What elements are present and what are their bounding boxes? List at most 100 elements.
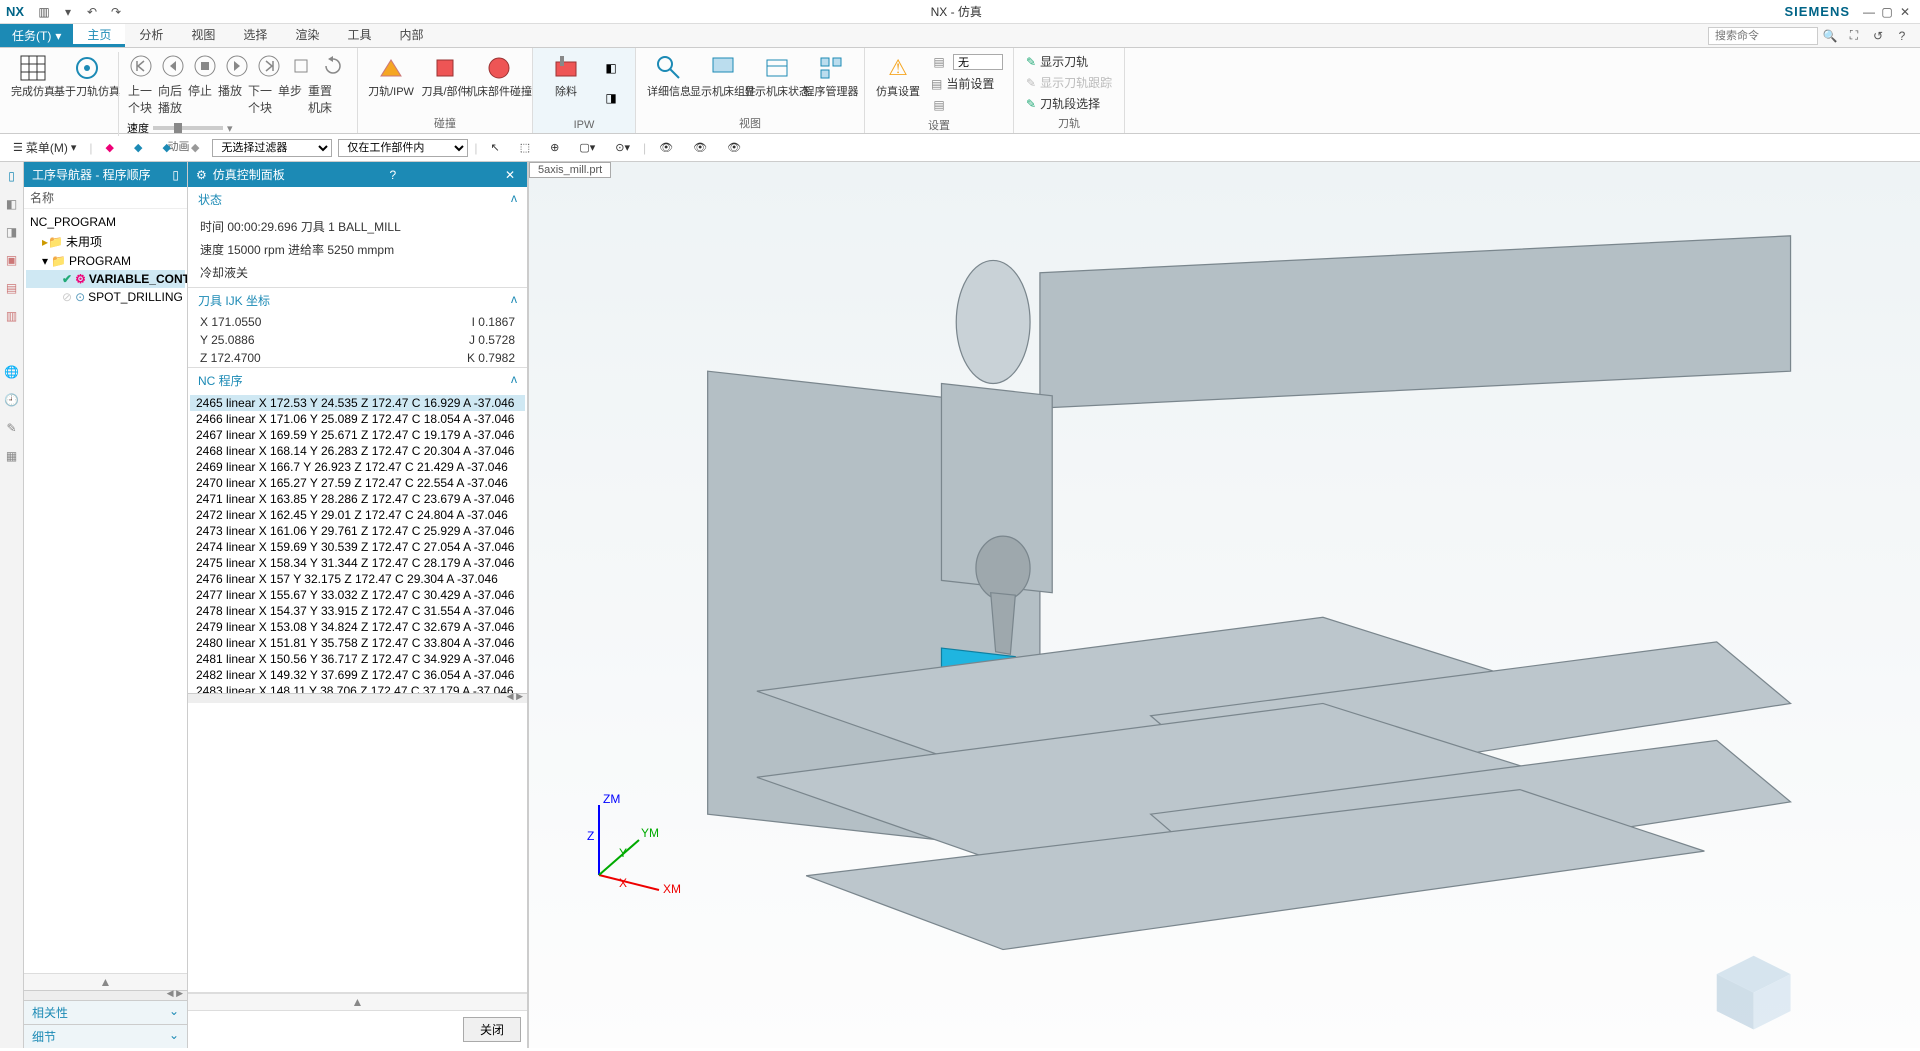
tree-variable-contour[interactable]: ✔⚙VARIABLE_CONTO... bbox=[26, 270, 185, 288]
toolpath-segment-select-button[interactable]: ✎刀轨段选择 bbox=[1024, 94, 1102, 113]
navigator-column-header[interactable]: 名称 bbox=[24, 187, 187, 209]
prev-block-button[interactable] bbox=[127, 52, 155, 80]
toolpath-ipw-button[interactable]: 刀轨/IPW bbox=[368, 52, 414, 98]
rb-web-icon[interactable]: 🌐 bbox=[2, 362, 22, 382]
tab-internal[interactable]: 内部 bbox=[385, 24, 437, 47]
tab-render[interactable]: 渲染 bbox=[281, 24, 333, 47]
viewport-tab[interactable]: 5axis_mill.prt bbox=[529, 162, 611, 178]
show-machine-status-button[interactable]: 显示机床状态 bbox=[754, 52, 800, 98]
tab-view[interactable]: 视图 bbox=[177, 24, 229, 47]
fullscreen-icon[interactable]: ⛶ bbox=[1844, 26, 1864, 46]
show-toolpath-track-button[interactable]: ✎显示刀轨跟踪 bbox=[1024, 73, 1114, 92]
nc-line[interactable]: 2472 linear X 162.45 Y 29.01 Z 172.47 C … bbox=[190, 507, 525, 523]
show-toolpath-button[interactable]: ✎显示刀轨 bbox=[1024, 52, 1090, 71]
rb-mfg-icon[interactable]: ▤ bbox=[2, 278, 22, 298]
nc-line[interactable]: 2476 linear X 157 Y 32.175 Z 172.47 C 29… bbox=[190, 571, 525, 587]
minimize-button[interactable]: — bbox=[1860, 5, 1878, 19]
nc-line[interactable]: 2483 linear X 148.11 Y 38.706 Z 172.47 C… bbox=[190, 683, 525, 693]
sim-settings-button[interactable]: ⚠仿真设置 bbox=[875, 52, 921, 98]
nc-line[interactable]: 2471 linear X 163.85 Y 28.286 Z 172.47 C… bbox=[190, 491, 525, 507]
tab-analyze[interactable]: 分析 bbox=[125, 24, 177, 47]
tool-icon-3[interactable]: ⊕ bbox=[543, 137, 566, 159]
close-button[interactable]: ✕ bbox=[1896, 5, 1914, 19]
machine-collision-button[interactable]: 机床部件碰撞 bbox=[476, 52, 522, 98]
nc-line[interactable]: 2474 linear X 159.69 Y 30.539 Z 172.47 C… bbox=[190, 539, 525, 555]
scope-filter-select[interactable]: 仅在工作部件内 bbox=[338, 139, 468, 157]
navigator-hscroll[interactable] bbox=[24, 990, 187, 1000]
rb-reuse-icon[interactable]: ▥ bbox=[2, 306, 22, 326]
nc-line[interactable]: 2470 linear X 165.27 Y 27.59 Z 172.47 C … bbox=[190, 475, 525, 491]
help-icon[interactable]: ? bbox=[1892, 26, 1912, 46]
filter-icon-2[interactable]: ◆ bbox=[127, 137, 149, 159]
filter-icon-1[interactable]: ◆ bbox=[99, 137, 121, 159]
rb-assembly-icon[interactable]: ◨ bbox=[2, 222, 22, 242]
finish-sim-button[interactable]: 完成仿真 bbox=[10, 52, 56, 98]
vis-icon-2[interactable]: 👁 bbox=[686, 137, 714, 159]
selection-filter-select[interactable]: 无选择过滤器 bbox=[212, 139, 332, 157]
command-search-input[interactable] bbox=[1708, 27, 1818, 45]
nc-line[interactable]: 2482 linear X 149.32 Y 37.699 Z 172.47 C… bbox=[190, 667, 525, 683]
settings-preset-input[interactable] bbox=[953, 54, 1003, 70]
search-icon[interactable]: 🔍 bbox=[1820, 26, 1840, 46]
material-removal-button[interactable]: 除料 bbox=[543, 52, 589, 98]
rb-roles-icon[interactable]: ✎ bbox=[2, 418, 22, 438]
nc-hscroll[interactable] bbox=[188, 693, 527, 703]
close-button[interactable]: 关闭 bbox=[463, 1017, 521, 1042]
stop-button[interactable] bbox=[191, 52, 219, 80]
panel-collapse[interactable]: ▲ bbox=[188, 993, 527, 1010]
section-status-header[interactable]: 状态ʌ bbox=[188, 187, 527, 212]
panel-close-icon[interactable]: ✕ bbox=[501, 168, 519, 182]
nc-line[interactable]: 2479 linear X 153.08 Y 34.824 Z 172.47 C… bbox=[190, 619, 525, 635]
detail-info-button[interactable]: 详细信息 bbox=[646, 52, 692, 98]
next-block-button[interactable] bbox=[255, 52, 283, 80]
redo-icon[interactable]: ↷ bbox=[106, 2, 126, 22]
play-button[interactable] bbox=[223, 52, 251, 80]
filter-icon-3[interactable]: ◆ bbox=[155, 137, 177, 159]
nc-line[interactable]: 2473 linear X 161.06 Y 29.761 Z 172.47 C… bbox=[190, 523, 525, 539]
section-relevance[interactable]: 相关性⌄ bbox=[24, 1000, 187, 1024]
nc-line[interactable]: 2466 linear X 171.06 Y 25.089 Z 172.47 C… bbox=[190, 411, 525, 427]
undo-icon[interactable]: ↶ bbox=[82, 2, 102, 22]
rb-tools-icon[interactable]: ▣ bbox=[2, 250, 22, 270]
single-step-button[interactable] bbox=[287, 52, 315, 80]
view-cube-icon[interactable] bbox=[1717, 956, 1791, 1030]
ipw-opt1-icon[interactable]: ◧ bbox=[597, 54, 625, 82]
tree-nc-program[interactable]: NC_PROGRAM bbox=[26, 213, 185, 231]
nc-line[interactable]: 2467 linear X 169.59 Y 25.671 Z 172.47 C… bbox=[190, 427, 525, 443]
vis-icon-3[interactable]: 👁 bbox=[720, 137, 748, 159]
section-nc-header[interactable]: NC 程序ʌ bbox=[188, 368, 527, 393]
reset-machine-button[interactable] bbox=[319, 52, 347, 80]
navigator-collapse[interactable]: ▲ bbox=[24, 973, 187, 990]
speed-slider[interactable] bbox=[153, 126, 223, 130]
tool-icon-5[interactable]: ⊙▾ bbox=[608, 137, 637, 159]
graphics-viewport[interactable]: 5axis_mill.prt bbox=[528, 162, 1920, 1048]
nc-line[interactable]: 2477 linear X 155.67 Y 33.032 Z 172.47 C… bbox=[190, 587, 525, 603]
filter-icon-4[interactable]: ◆ bbox=[184, 137, 206, 159]
reset-icon[interactable]: ↺ bbox=[1868, 26, 1888, 46]
section-toolcoord-header[interactable]: 刀具 IJK 坐标ʌ bbox=[188, 288, 527, 313]
rb-extra-icon[interactable]: ▦ bbox=[2, 446, 22, 466]
tab-home[interactable]: 主页 bbox=[73, 24, 125, 47]
rb-navigator-icon[interactable]: ▯ bbox=[2, 166, 22, 186]
tool-part-button[interactable]: 刀具/部件 bbox=[422, 52, 468, 98]
play-back-button[interactable] bbox=[159, 52, 187, 80]
ipw-opt2-icon[interactable]: ◨ bbox=[597, 84, 625, 112]
nc-line[interactable]: 2465 linear X 172.53 Y 24.535 Z 172.47 C… bbox=[190, 395, 525, 411]
nc-program-list[interactable]: 2465 linear X 172.53 Y 24.535 Z 172.47 C… bbox=[188, 393, 527, 693]
nc-line[interactable]: 2478 linear X 154.37 Y 33.915 Z 172.47 C… bbox=[190, 603, 525, 619]
panel-help-icon[interactable]: ? bbox=[386, 168, 401, 182]
tree-program[interactable]: ▾📁PROGRAM bbox=[26, 252, 185, 270]
nc-line[interactable]: 2469 linear X 166.7 Y 26.923 Z 172.47 C … bbox=[190, 459, 525, 475]
tool-icon-1[interactable]: ↖ bbox=[484, 137, 507, 159]
quick-dropdown-icon[interactable]: ▾ bbox=[58, 2, 78, 22]
toolpath-sim-button[interactable]: 基于刀轨仿真 bbox=[64, 52, 110, 98]
nc-line[interactable]: 2468 linear X 168.14 Y 26.283 Z 172.47 C… bbox=[190, 443, 525, 459]
navigator-pin-icon[interactable]: ▯ bbox=[172, 168, 179, 182]
show-components-button[interactable]: 显示机床组件 bbox=[700, 52, 746, 98]
new-icon[interactable]: ▥ bbox=[34, 2, 54, 22]
rb-history-icon[interactable]: 🕘 bbox=[2, 390, 22, 410]
tree-unused[interactable]: ▸📁未用项 bbox=[26, 231, 185, 252]
section-detail[interactable]: 细节⌄ bbox=[24, 1024, 187, 1048]
settings-preset-icon[interactable]: ▤ bbox=[929, 52, 949, 72]
nc-line[interactable]: 2481 linear X 150.56 Y 36.717 Z 172.47 C… bbox=[190, 651, 525, 667]
